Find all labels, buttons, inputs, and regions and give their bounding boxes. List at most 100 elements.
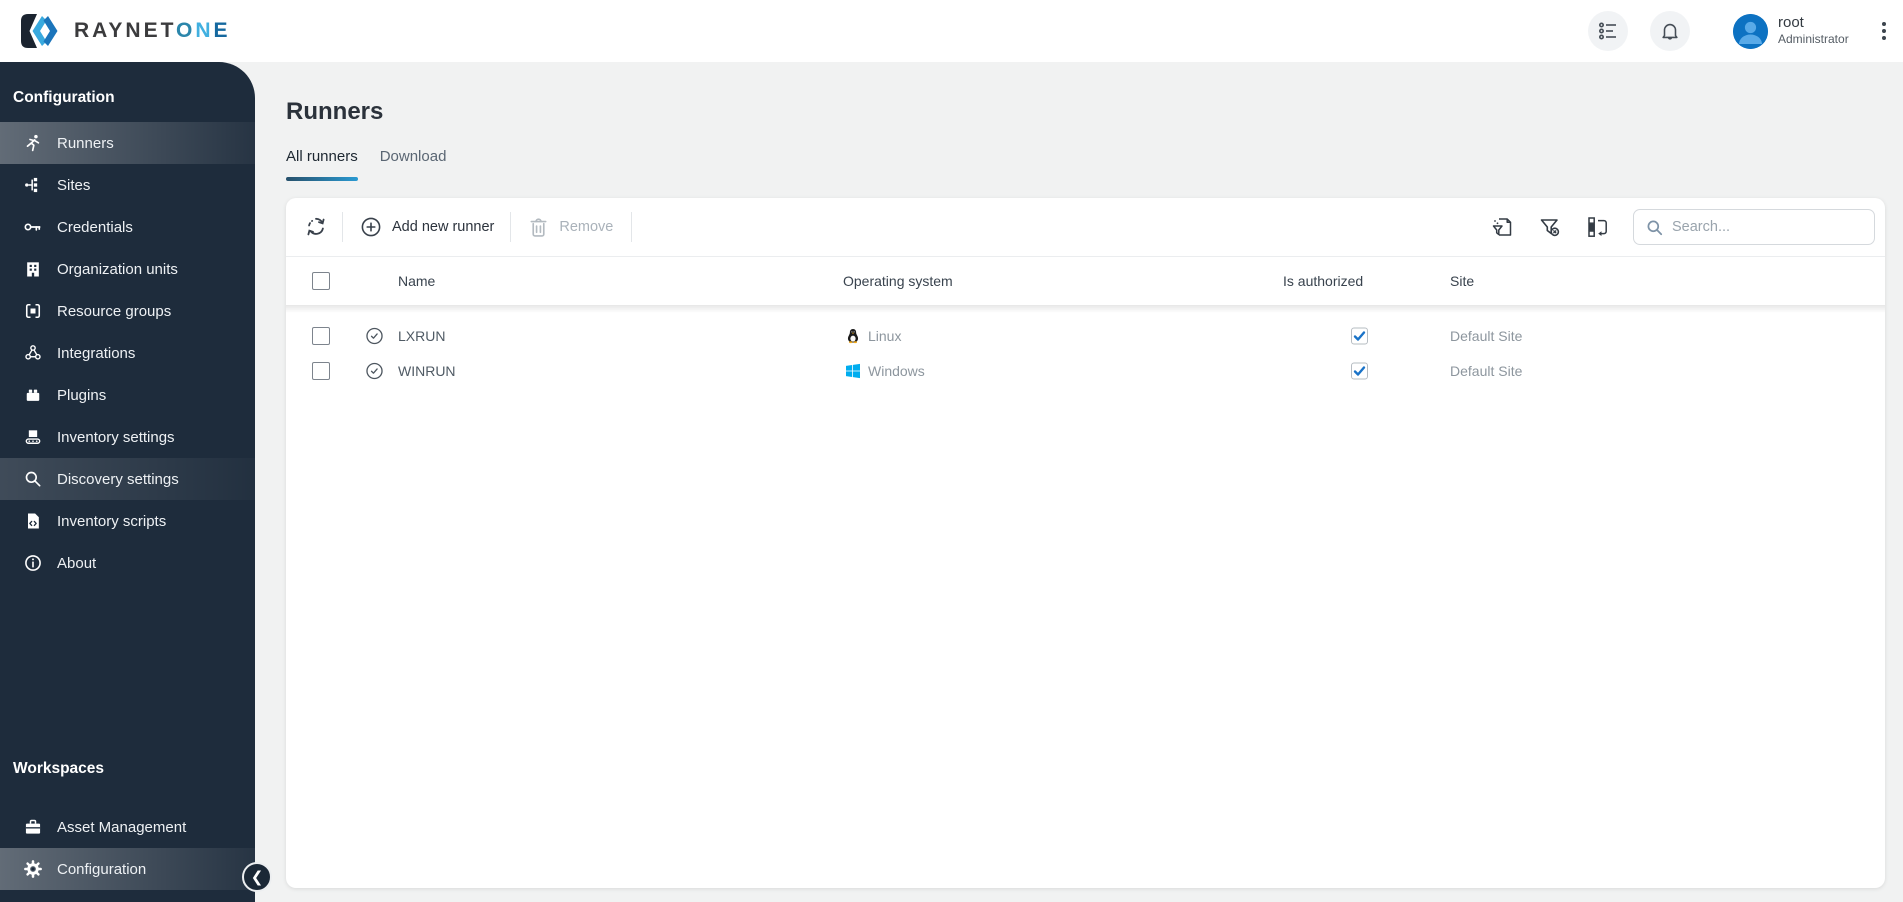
sidebar-item-runners[interactable]: Runners: [0, 122, 255, 164]
workspace-item-asset-management[interactable]: Asset Management: [0, 806, 255, 848]
export-filter-icon: [1492, 218, 1512, 236]
sidebar-item-label: Discovery settings: [57, 470, 179, 488]
notifications-button[interactable]: [1650, 11, 1690, 51]
search-icon: [1647, 220, 1663, 235]
avatar[interactable]: [1733, 14, 1768, 49]
linux-icon: [847, 328, 859, 343]
workspace-item-label: Configuration: [57, 860, 147, 878]
toolbar: Add new runner Remove: [286, 198, 1885, 257]
site-label: Default Site: [1450, 327, 1523, 344]
table-row[interactable]: WINRUN Windows Default Site: [286, 353, 1885, 388]
select-all-checkbox[interactable]: [312, 272, 330, 290]
search-container: [1633, 209, 1875, 245]
info-icon: [25, 555, 41, 571]
workspaces-title: Workspaces: [13, 760, 105, 777]
briefcase-icon: [25, 819, 41, 834]
sidebar-item-label: Sites: [57, 176, 91, 194]
overflow-menu-button[interactable]: [1872, 17, 1896, 45]
clear-filter-icon: [1540, 219, 1560, 237]
is-authorized-checkbox[interactable]: [1351, 362, 1368, 379]
row-checkbox[interactable]: [312, 326, 330, 345]
runner-icon: [26, 134, 40, 152]
logo-icon: [21, 14, 58, 48]
status-ok-icon: [366, 327, 383, 344]
user-name: root: [1778, 14, 1804, 31]
add-new-runner-button[interactable]: Add new runner: [359, 215, 494, 239]
table-row[interactable]: LXRUN Linux Default Site: [286, 318, 1885, 353]
sidebar-item-sites[interactable]: Sites: [0, 164, 255, 206]
column-header-operating-system[interactable]: Operating system: [843, 273, 953, 289]
is-authorized-checkbox[interactable]: [1351, 327, 1368, 344]
column-header-name[interactable]: Name: [398, 273, 435, 289]
check-icon: [1353, 330, 1366, 341]
table-header: Name Operating system Is authorized Site: [286, 257, 1885, 313]
toolbar-separator: [510, 212, 512, 242]
workspace-item-configuration[interactable]: Configuration: [0, 848, 255, 890]
magnifier-icon: [25, 471, 41, 487]
choose-columns-icon: [1588, 217, 1607, 237]
sidebar: Configuration Runners Sites Credentials: [0, 62, 255, 902]
sidebar-item-label: Runners: [57, 134, 114, 152]
sidebar-item-inventory-settings[interactable]: Inventory settings: [0, 416, 255, 458]
toolbar-separator: [342, 212, 343, 242]
runners-panel: Add new runner Remove Search... Name Ope…: [286, 198, 1885, 888]
plugin-icon: [26, 389, 40, 401]
sidebar-section-title: Configuration: [13, 89, 115, 106]
task-list-button[interactable]: [1588, 11, 1628, 51]
sidebar-item-label: Organization units: [57, 260, 178, 278]
sidebar-item-label: Inventory settings: [57, 428, 175, 446]
column-header-is-authorized[interactable]: Is authorized: [1283, 273, 1363, 289]
windows-icon: [846, 363, 860, 378]
sidebar-item-integrations[interactable]: Integrations: [0, 332, 255, 374]
user-role: Administrator: [1778, 32, 1849, 46]
sidebar-item-label: Plugins: [57, 386, 107, 404]
choose-columns-button[interactable]: [1585, 214, 1611, 240]
tab-all-runners[interactable]: All runners: [286, 146, 358, 181]
main-area: Runners All runners Download Add new run…: [255, 62, 1903, 902]
user-menu[interactable]: root Administrator: [1778, 13, 1849, 46]
bell-icon: [1662, 23, 1678, 40]
page-title: Runners: [286, 98, 384, 125]
sidebar-item-credentials[interactable]: Credentials: [0, 206, 255, 248]
sidebar-collapse-button[interactable]: ❮: [242, 862, 272, 892]
building-icon: [27, 262, 39, 277]
os-label: Linux: [868, 327, 902, 344]
gear-icon: [24, 860, 42, 878]
os-label: Windows: [868, 362, 925, 379]
sidebar-item-label: Inventory scripts: [57, 512, 167, 530]
sidebar-item-label: Credentials: [57, 218, 133, 236]
resource-groups-icon: [25, 303, 41, 319]
remove-button[interactable]: Remove: [527, 216, 613, 239]
row-checkbox[interactable]: [312, 361, 330, 380]
runner-name: WINRUN: [398, 362, 456, 379]
search-input[interactable]: [1672, 219, 1857, 235]
sidebar-item-organization-units[interactable]: Organization units: [0, 248, 255, 290]
clear-filter-button[interactable]: [1537, 214, 1563, 240]
plus-circle-icon: [361, 217, 381, 237]
logo-wordmark: RAYNETONE: [74, 19, 231, 42]
sidebar-item-label: About: [57, 554, 97, 572]
status-ok-icon: [366, 362, 383, 379]
tab-download[interactable]: Download: [380, 146, 447, 177]
sidebar-item-resource-groups[interactable]: Resource groups: [0, 290, 255, 332]
sidebar-item-inventory-scripts[interactable]: Inventory scripts: [0, 500, 255, 542]
check-icon: [1353, 365, 1366, 376]
refresh-icon: [307, 217, 325, 236]
inventory-settings-icon: [25, 430, 41, 444]
toolbar-separator: [631, 212, 633, 242]
sidebar-item-label: Integrations: [57, 344, 136, 362]
script-icon: [28, 513, 39, 529]
key-icon: [24, 223, 41, 231]
site-label: Default Site: [1450, 362, 1523, 379]
column-header-site[interactable]: Site: [1450, 273, 1474, 289]
workspace-item-label: Asset Management: [57, 818, 187, 836]
sidebar-item-plugins[interactable]: Plugins: [0, 374, 255, 416]
app-logo[interactable]: RAYNETONE: [18, 12, 231, 50]
integrations-icon: [25, 345, 41, 360]
export-filter-button[interactable]: [1489, 214, 1515, 240]
sidebar-item-discovery-settings[interactable]: Discovery settings: [0, 458, 255, 500]
sidebar-item-about[interactable]: About: [0, 542, 255, 584]
trash-icon: [530, 217, 547, 237]
top-bar: RAYNETONE root Administrator: [0, 0, 1903, 62]
refresh-button[interactable]: [304, 215, 328, 239]
